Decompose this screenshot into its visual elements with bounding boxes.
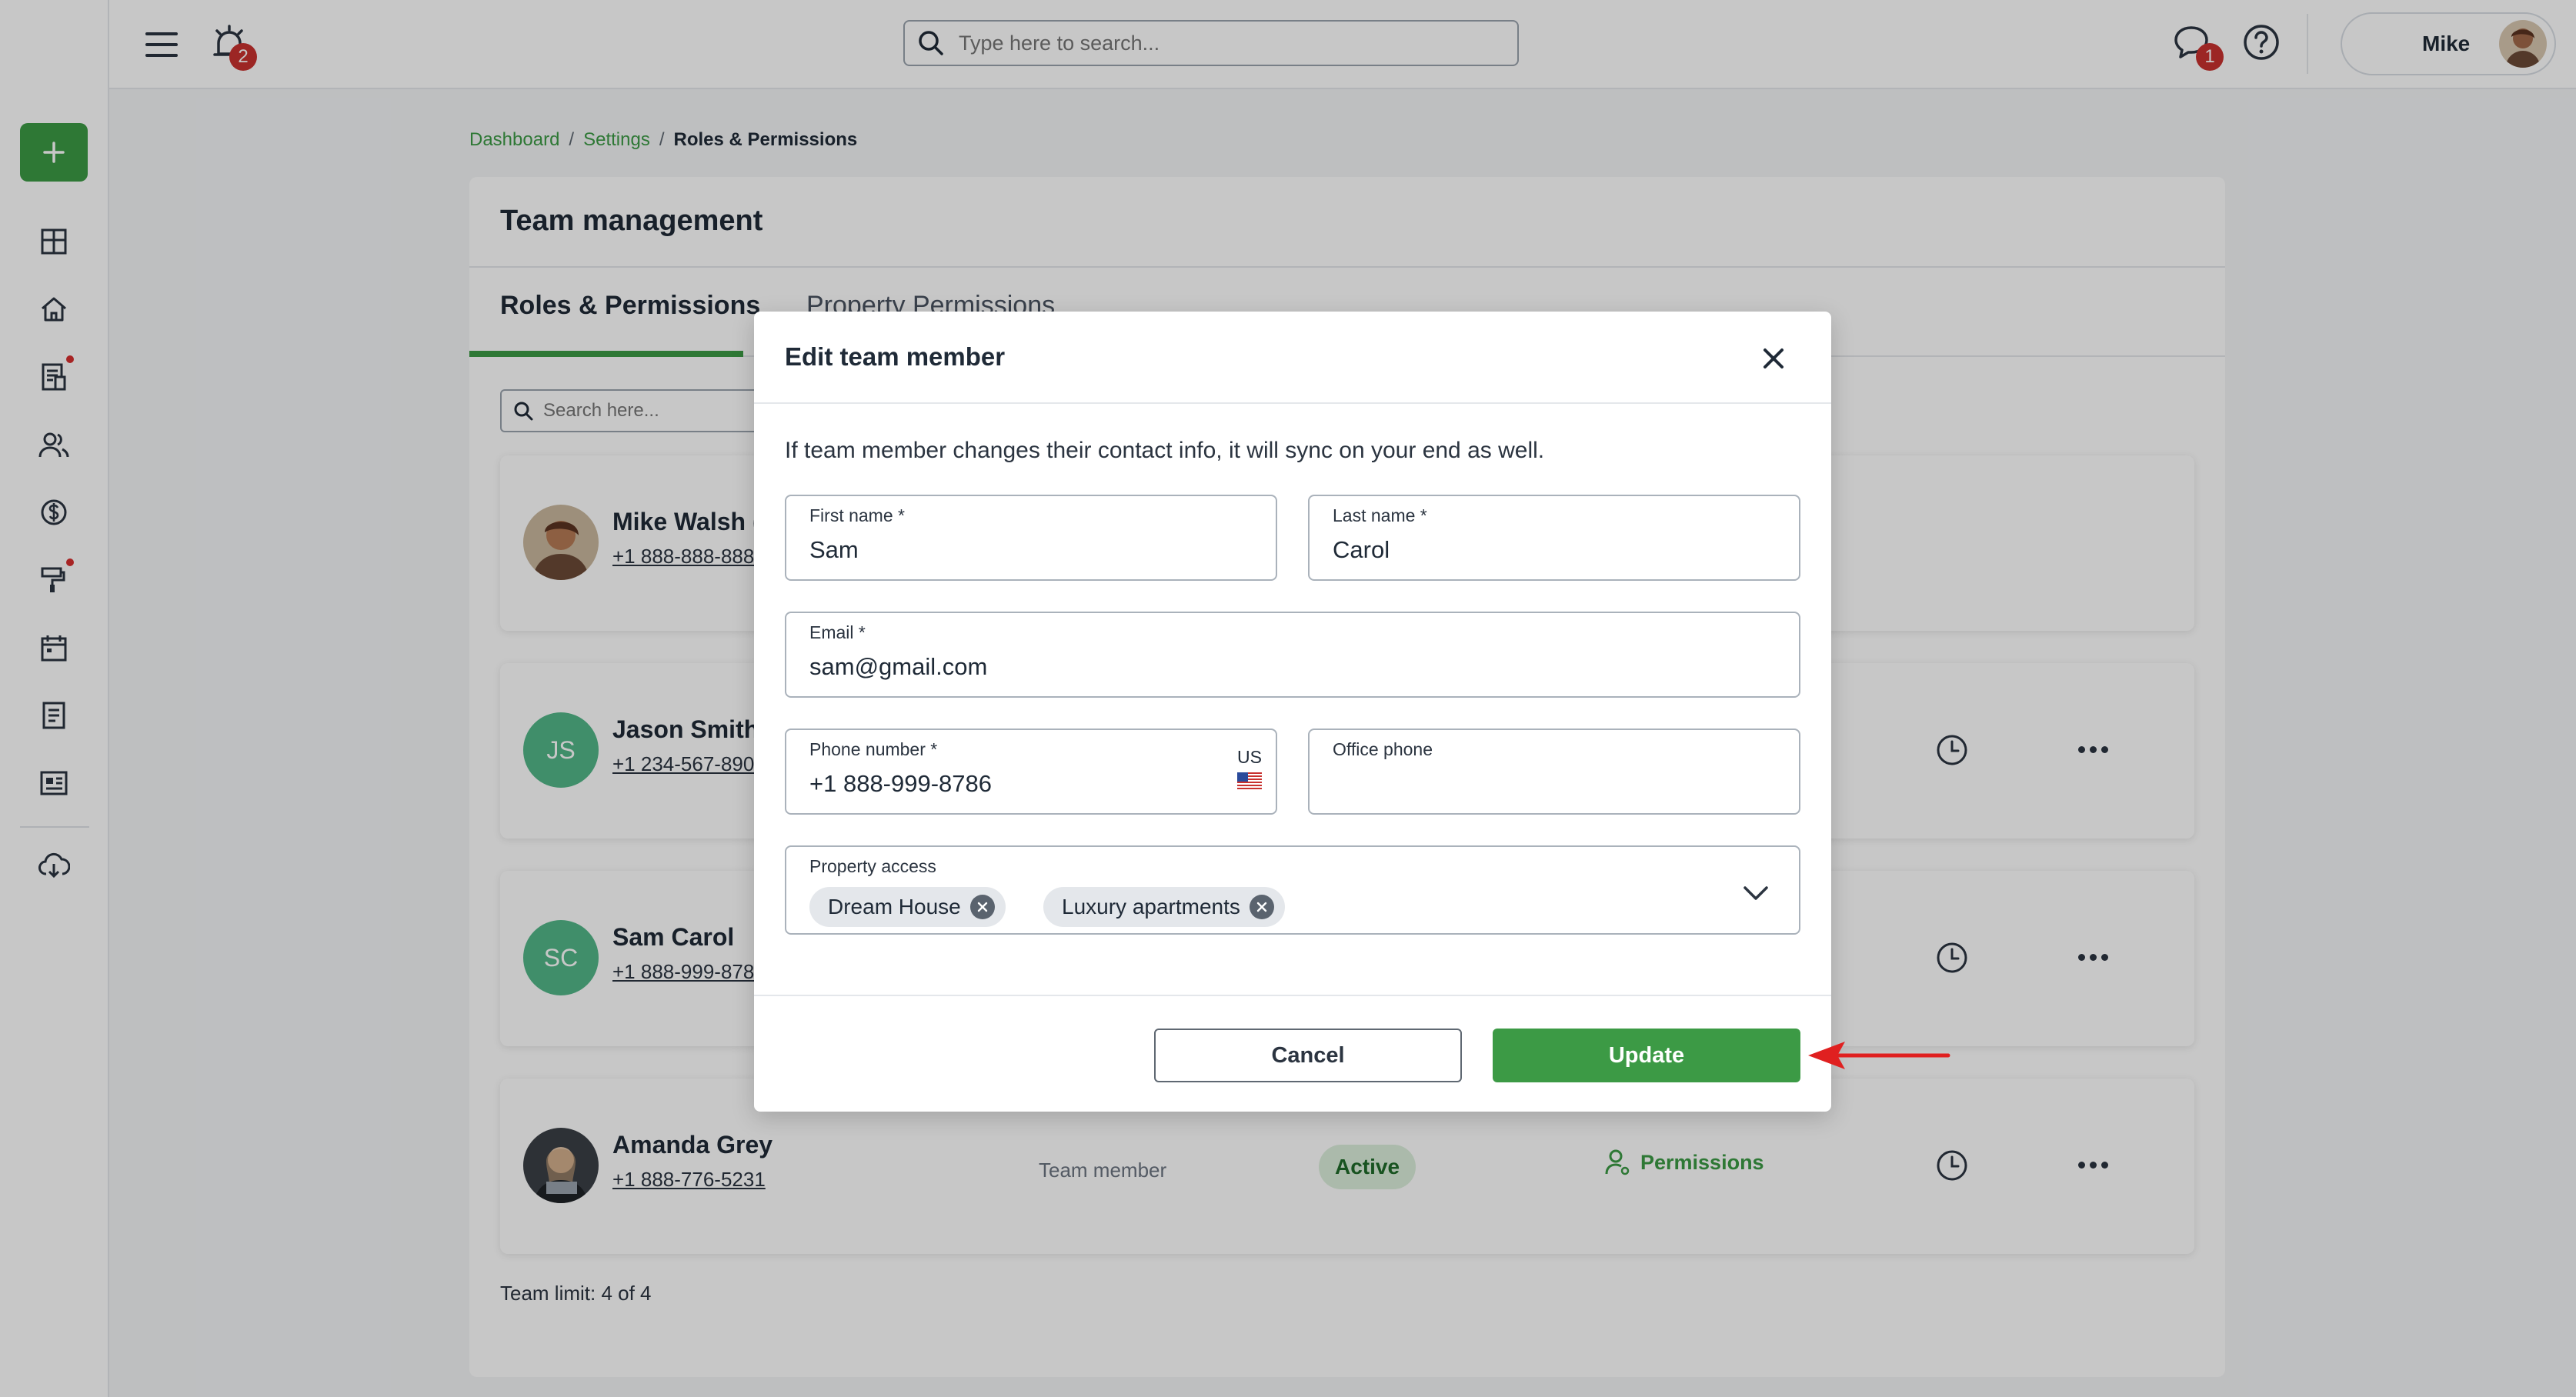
last-name-input[interactable] [1333, 536, 1749, 564]
dialog-title: Edit team member [785, 342, 1006, 371]
phone-number-input[interactable] [809, 770, 1226, 798]
property-chip-label: Dream House [828, 895, 961, 919]
property-chip: Luxury apartments [1043, 887, 1285, 927]
last-name-field[interactable]: Last name * [1308, 495, 1800, 581]
first-name-label: First name * [809, 505, 905, 525]
email-field[interactable]: Email * [785, 612, 1800, 698]
close-icon [977, 902, 987, 912]
office-phone-label: Office phone [1333, 739, 1433, 759]
first-name-field[interactable]: First name * [785, 495, 1277, 581]
sync-note: If team member changes their contact inf… [785, 438, 1545, 463]
first-name-input[interactable] [809, 536, 1226, 564]
property-access-select[interactable]: Property access Dream House Luxury apart… [785, 845, 1800, 935]
us-flag-icon [1237, 772, 1262, 789]
close-button[interactable] [1754, 339, 1793, 378]
phone-number-field[interactable]: Phone number * US [785, 729, 1277, 815]
country-code: US [1237, 747, 1262, 767]
office-phone-field[interactable]: Office phone [1308, 729, 1800, 815]
edit-team-member-dialog: Edit team member If team member changes … [754, 312, 1831, 1112]
phone-number-label: Phone number * [809, 739, 938, 759]
property-chip: Dream House [809, 887, 1006, 927]
remove-chip-button[interactable] [1249, 895, 1274, 919]
close-icon [1256, 902, 1267, 912]
chevron-down-icon [1743, 886, 1768, 900]
cancel-button[interactable]: Cancel [1154, 1029, 1462, 1082]
last-name-label: Last name * [1333, 505, 1427, 525]
property-chip-label: Luxury apartments [1062, 895, 1240, 919]
office-phone-input[interactable] [1333, 770, 1749, 798]
email-label: Email * [809, 622, 866, 642]
remove-chip-button[interactable] [969, 895, 995, 919]
dialog-header-divider [754, 402, 1831, 404]
dialog-footer-divider [754, 995, 1831, 996]
arrow-annotation [1808, 1042, 1950, 1069]
update-button[interactable]: Update [1493, 1029, 1800, 1082]
email-input[interactable] [809, 653, 1670, 681]
property-access-label: Property access [809, 856, 936, 876]
close-icon [1763, 348, 1784, 368]
dropdown-toggle[interactable] [1740, 878, 1771, 909]
country-selector[interactable]: US [1237, 747, 1262, 789]
